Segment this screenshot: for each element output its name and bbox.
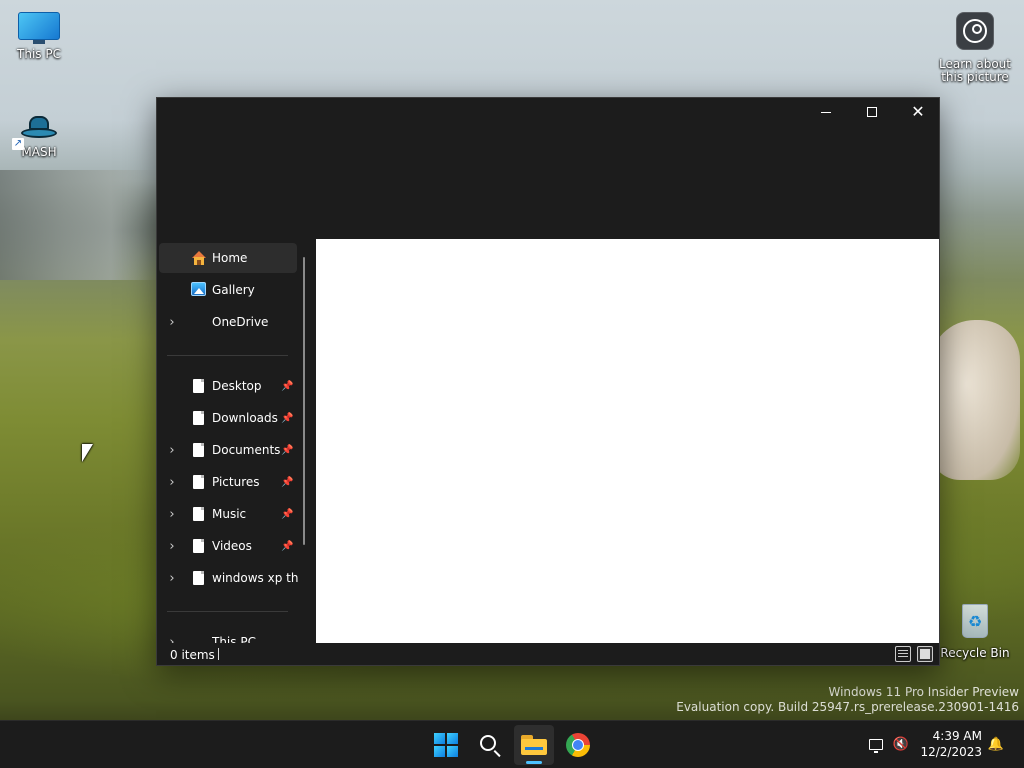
status-divider — [218, 648, 219, 660]
desktop-icon-label-line2: this picture — [941, 70, 1009, 84]
content-pane[interactable] — [316, 239, 939, 643]
watermark-line1: Windows 11 Pro Insider Preview — [828, 685, 1019, 699]
chevron-right-icon[interactable]: › — [167, 443, 177, 458]
nav-item-home[interactable]: Home — [159, 243, 297, 273]
status-bar: 0 items — [157, 643, 939, 665]
wallpaper-sheep — [930, 320, 1020, 480]
minimize-icon — [821, 111, 831, 113]
windows-watermark: Windows 11 Pro Insider Preview Evaluatio… — [676, 685, 1019, 715]
monitor-icon — [18, 12, 60, 44]
document-icon — [191, 538, 207, 554]
chevron-right-icon[interactable]: › — [167, 475, 177, 490]
desktop-icon-label: Recycle Bin — [940, 646, 1010, 660]
document-icon — [191, 410, 207, 426]
document-icon — [191, 570, 207, 586]
nav-item-windows-xp-thir[interactable]: › windows xp thir — [159, 563, 298, 593]
nav-item-label: OneDrive — [212, 315, 269, 329]
nav-item-label: windows xp thir — [212, 571, 298, 585]
camera-lens-icon — [956, 12, 994, 50]
network-button[interactable] — [867, 735, 885, 753]
desktop-icon-this-pc[interactable]: This PC — [0, 12, 78, 61]
nav-item-downloads[interactable]: Downloads 📌 — [159, 403, 297, 433]
clock-time: 4:39 AM — [932, 729, 982, 743]
navigation-separator — [167, 611, 288, 612]
document-icon — [191, 442, 207, 458]
pin-icon: 📌 — [281, 412, 294, 424]
desktop-icon-label-line1: Learn about — [939, 57, 1011, 71]
file-explorer-taskbar-button[interactable] — [514, 725, 554, 765]
desktop-icon-label: This PC — [17, 47, 61, 61]
nav-item-music[interactable]: › Music 📌 — [159, 499, 297, 529]
hat-icon — [19, 112, 59, 142]
shortcut-arrow-icon: ↗ — [12, 138, 24, 150]
volume-button[interactable]: 🔇 — [892, 735, 910, 753]
chevron-right-icon[interactable]: › — [167, 571, 177, 586]
nav-item-documents[interactable]: › Documents 📌 — [159, 435, 297, 465]
desktop-icon-mash[interactable]: ↗ MASH — [0, 112, 78, 159]
close-button[interactable]: ✕ — [895, 98, 941, 126]
chevron-right-icon[interactable]: › — [167, 315, 177, 330]
volume-muted-icon: 🔇 — [892, 736, 910, 752]
search-button[interactable] — [470, 725, 510, 765]
maximize-icon — [867, 107, 877, 117]
navigation-scrollbar[interactable] — [303, 257, 305, 545]
nav-item-videos[interactable]: › Videos 📌 — [159, 531, 297, 561]
start-button[interactable] — [426, 725, 466, 765]
chevron-right-icon[interactable]: › — [167, 635, 177, 644]
wallpaper-cliff — [0, 170, 160, 280]
desktop-icon-learn-about-picture[interactable]: Learn about this picture — [936, 12, 1014, 84]
details-view-button[interactable] — [895, 646, 911, 662]
clock-date: 12/2/2023 — [920, 745, 982, 759]
nav-item-label: Home — [212, 251, 248, 265]
nav-item-label: This PC — [212, 635, 256, 643]
windows-logo-icon — [434, 733, 458, 757]
document-icon — [191, 378, 207, 394]
nav-item-desktop[interactable]: Desktop 📌 — [159, 371, 297, 401]
active-app-indicator — [526, 761, 542, 764]
search-icon — [480, 735, 496, 751]
document-icon — [191, 506, 207, 522]
recycle-bin-icon: ♻ — [959, 600, 991, 640]
file-explorer-window[interactable]: ✕ Home Gallery › OneDrive Desktop 📌 Downloads 📌… — [156, 97, 940, 666]
pin-icon: 📌 — [281, 476, 294, 488]
navigation-separator — [167, 355, 288, 356]
clock[interactable]: 4:39 AM 12/2/2023 — [920, 728, 982, 760]
pin-icon: 📌 — [281, 444, 294, 456]
tiles-view-button[interactable] — [917, 646, 933, 662]
document-icon — [191, 474, 207, 490]
nav-item-onedrive[interactable]: › OneDrive — [159, 307, 297, 337]
navigation-pane[interactable]: Home Gallery › OneDrive Desktop 📌 Downloads 📌 › D… — [157, 239, 316, 643]
nav-item-this-pc[interactable]: › This PC — [159, 627, 297, 644]
item-count: 0 items — [170, 648, 215, 662]
home-icon — [191, 250, 207, 266]
pin-icon: 📌 — [281, 540, 294, 552]
chevron-right-icon[interactable]: › — [167, 507, 177, 522]
title-bar[interactable]: ✕ — [157, 98, 939, 239]
mouse-cursor-icon — [82, 444, 93, 462]
pin-icon: 📌 — [281, 508, 294, 520]
desktop-icon-recycle-bin[interactable]: ♻ Recycle Bin — [936, 600, 1014, 660]
maximize-button[interactable] — [849, 98, 895, 126]
folder-icon — [521, 735, 547, 755]
gallery-icon — [191, 282, 207, 298]
nav-item-pictures[interactable]: › Pictures 📌 — [159, 467, 297, 497]
minimize-button[interactable] — [803, 98, 849, 126]
nav-item-label: Gallery — [212, 283, 255, 297]
chevron-right-icon[interactable]: › — [167, 539, 177, 554]
pin-icon: 📌 — [281, 380, 294, 392]
chrome-taskbar-button[interactable] — [558, 725, 598, 765]
network-icon — [869, 738, 883, 753]
close-icon: ✕ — [911, 102, 925, 121]
chrome-icon — [566, 733, 590, 757]
nav-item-gallery[interactable]: Gallery — [159, 275, 297, 305]
watermark-line2: Evaluation copy. Build 25947.rs_prerelea… — [676, 700, 1019, 714]
notifications-button[interactable]: 🔔 — [987, 735, 1005, 753]
bell-icon: 🔔 — [987, 736, 1005, 752]
taskbar: 🔇 4:39 AM 12/2/2023 🔔 — [0, 720, 1024, 768]
